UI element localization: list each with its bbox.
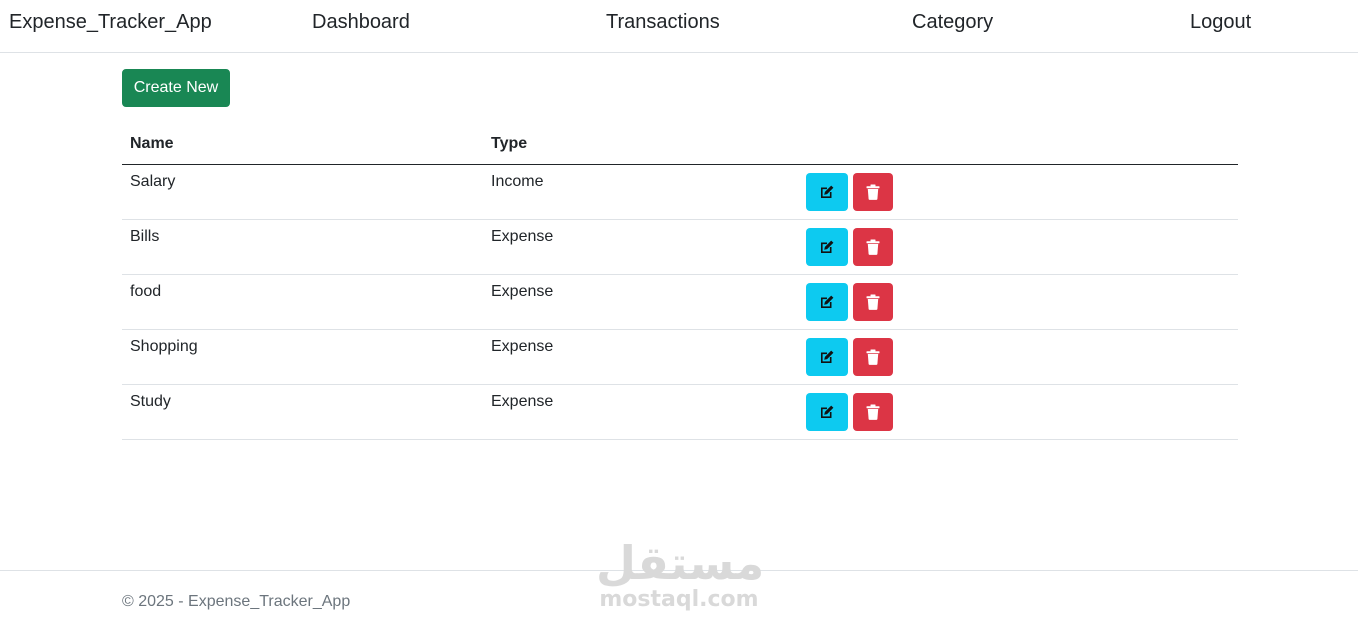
category-table: Name Type Salary Income Bills Expense food Ex… (122, 124, 1238, 440)
nav-transactions-link[interactable]: Transactions (606, 10, 720, 34)
table-row: Salary Income (122, 164, 1238, 220)
table-row: Shopping Expense (122, 329, 1238, 385)
create-new-button[interactable]: Create New (122, 69, 230, 107)
delete-button[interactable] (853, 172, 893, 211)
category-type-cell: Expense (483, 384, 798, 440)
row-actions (798, 329, 1238, 385)
edit-button[interactable] (806, 227, 848, 266)
row-actions (798, 164, 1238, 220)
edit-button[interactable] (806, 282, 848, 321)
brand-link[interactable]: Expense_Tracker_App (9, 10, 212, 34)
table-row: food Expense (122, 274, 1238, 330)
table-row: Study Expense (122, 384, 1238, 440)
delete-button[interactable] (853, 337, 893, 376)
category-name-cell: Study (122, 384, 483, 440)
table-row: Bills Expense (122, 219, 1238, 275)
edit-button[interactable] (806, 172, 848, 211)
category-name-cell: Shopping (122, 329, 483, 385)
column-header-name: Name (122, 124, 483, 165)
row-actions (798, 274, 1238, 330)
row-actions (798, 384, 1238, 440)
nav-category-link[interactable]: Category (912, 10, 993, 34)
footer-copyright: © 2025 - Expense_Tracker_App (122, 593, 351, 610)
category-type-cell: Expense (483, 329, 798, 385)
delete-button[interactable] (853, 392, 893, 431)
category-name-cell: food (122, 274, 483, 330)
category-type-cell: Expense (483, 219, 798, 275)
delete-button[interactable] (853, 227, 893, 266)
top-navbar: Expense_Tracker_App Dashboard Transactio… (0, 0, 1358, 53)
edit-button[interactable] (806, 337, 848, 376)
nav-logout-link[interactable]: Logout (1190, 10, 1251, 34)
watermark-latin: mostaql.com (599, 587, 759, 612)
watermark-arabic: مستقل (596, 536, 765, 590)
delete-button[interactable] (853, 282, 893, 321)
edit-button[interactable] (806, 392, 848, 431)
category-type-cell: Expense (483, 274, 798, 330)
category-name-cell: Bills (122, 219, 483, 275)
row-actions (798, 219, 1238, 275)
nav-dashboard-link[interactable]: Dashboard (312, 10, 410, 34)
table-header-row: Name Type (122, 124, 1238, 165)
category-type-cell: Income (483, 164, 798, 220)
column-header-type: Type (483, 124, 798, 165)
column-header-actions (798, 124, 1238, 165)
watermark-logo: مستقل mostaql.com (596, 536, 765, 616)
category-name-cell: Salary (122, 164, 483, 220)
